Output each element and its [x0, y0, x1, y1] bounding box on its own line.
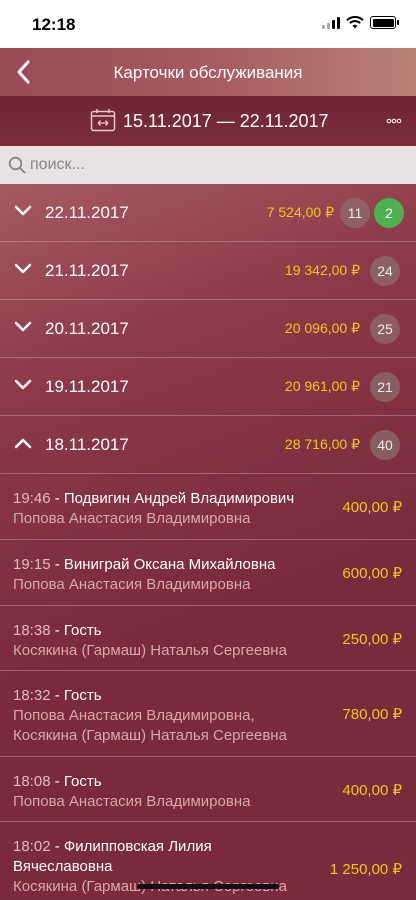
calendar-range-icon[interactable]	[90, 108, 116, 132]
date-range-bar[interactable]: 15.11.2017 — 22.11.2017	[0, 96, 416, 146]
service-amount: 1 250,00 ₽	[329, 861, 402, 878]
status-bar: 12:18	[0, 0, 416, 48]
service-amount: 600,00 ₽	[342, 565, 402, 582]
client-name: Гость	[63, 687, 102, 704]
client-name: Подвигин Андрей Владимирович	[63, 490, 295, 507]
service-cards-list: 22.11.2017 7 524,00 ₽ 11 2 21.11.2017 19…	[0, 184, 416, 900]
service-amount: 250,00 ₽	[342, 631, 402, 648]
service-amount: 400,00 ₽	[342, 782, 402, 799]
service-card-title: 19:46 - Подвигин Андрей Владимирович	[13, 490, 295, 507]
service-card-row[interactable]: 19:15 - Виниграй Оксана Михайловна Попов…	[0, 540, 416, 606]
service-amount: 400,00 ₽	[342, 499, 402, 516]
day-date: 19.11.2017	[45, 377, 129, 396]
service-time: 18:32	[13, 687, 51, 704]
more-dots-icon[interactable]	[386, 118, 402, 124]
day-total-amount: 28 716,00 ₽	[284, 436, 360, 452]
wifi-icon	[346, 16, 364, 29]
day-group-header[interactable]: 22.11.2017 7 524,00 ₽ 11 2	[0, 184, 416, 242]
day-date: 21.11.2017	[45, 261, 129, 280]
day-count-badge: 40	[370, 430, 400, 460]
search-icon	[8, 156, 26, 174]
day-count-badge: 21	[370, 372, 400, 402]
chevron-down-icon	[14, 205, 32, 216]
service-card-title: 18:02 - Филипповская Лилия Вячеславовна	[13, 838, 212, 875]
day-date: 22.11.2017	[45, 203, 129, 222]
day-group-header[interactable]: 21.11.2017 19 342,00 ₽ 24	[0, 242, 416, 300]
staff-names: Косякина (Гармаш) Наталья Сергеевна	[13, 642, 287, 659]
service-card-title: 19:15 - Виниграй Оксана Михайловна	[13, 556, 276, 573]
app-screen: Карточки обслуживания 15.11.2017 — 22.11…	[0, 48, 416, 900]
home-indicator[interactable]	[137, 884, 279, 889]
search-bar	[0, 146, 416, 184]
service-card-title: 18:38 - Гость	[13, 622, 102, 639]
day-count-badge: 11	[340, 198, 370, 228]
day-total-amount: 20 961,00 ₽	[284, 378, 360, 394]
day-count-badge: 25	[370, 314, 400, 344]
service-time: 18:08	[13, 773, 51, 790]
day-group-header[interactable]: 19.11.2017 20 961,00 ₽ 21	[0, 358, 416, 416]
client-name: Виниграй Оксана Михайловна	[63, 556, 276, 573]
day-group-header[interactable]: 20.11.2017 20 096,00 ₽ 25	[0, 300, 416, 358]
client-name: Гость	[63, 622, 102, 639]
service-card-title: 18:08 - Гость	[13, 773, 102, 790]
search-input[interactable]	[30, 152, 400, 178]
service-card-row[interactable]: 18:38 - Гость Косякина (Гармаш) Наталья …	[0, 606, 416, 671]
service-time: 19:46	[13, 490, 51, 507]
service-card-row[interactable]: 19:46 - Подвигин Андрей Владимирович Поп…	[0, 474, 416, 540]
staff-names: Попова Анастасия Владимировна	[13, 793, 251, 810]
day-group-header-expanded[interactable]: 18.11.2017 28 716,00 ₽ 40	[0, 416, 416, 474]
day-count-badge: 24	[370, 256, 400, 286]
day-total-amount: 7 524,00 ₽	[266, 204, 334, 220]
service-time: 19:15	[13, 556, 51, 573]
page-title: Карточки обслуживания	[113, 63, 303, 82]
chevron-up-icon	[14, 438, 32, 449]
service-time: 18:38	[13, 622, 51, 639]
status-time: 12:18	[32, 15, 76, 34]
day-date: 18.11.2017	[45, 435, 129, 454]
service-card-title: 18:32 - Гость	[13, 687, 102, 704]
day-total-amount: 19 342,00 ₽	[284, 262, 360, 278]
service-time: 18:02	[13, 838, 51, 855]
day-total-amount: 20 096,00 ₽	[284, 320, 360, 336]
staff-names: Попова Анастасия Владимировна	[13, 510, 251, 527]
date-range-label[interactable]: 15.11.2017 — 22.11.2017	[123, 111, 329, 132]
chevron-down-icon	[14, 263, 32, 274]
day-date: 20.11.2017	[45, 319, 129, 338]
chevron-down-icon	[14, 321, 32, 332]
service-amount: 780,00 ₽	[342, 706, 402, 723]
service-card-row[interactable]: 18:32 - Гость Попова Анастасия Владимиро…	[0, 671, 416, 757]
status-icons	[322, 16, 399, 29]
staff-names: Попова Анастасия Владимировна	[13, 576, 251, 593]
cellular-signal-icon	[322, 16, 340, 29]
staff-names: Попова Анастасия Владимировна, Косякина …	[13, 707, 287, 744]
day-open-badge: 2	[374, 198, 404, 228]
service-card-row[interactable]: 18:08 - Гость Попова Анастасия Владимиро…	[0, 757, 416, 822]
battery-icon	[370, 16, 399, 29]
client-name: Гость	[63, 773, 102, 790]
chevron-down-icon	[14, 379, 32, 390]
navigation-bar: Карточки обслуживания	[0, 48, 416, 96]
